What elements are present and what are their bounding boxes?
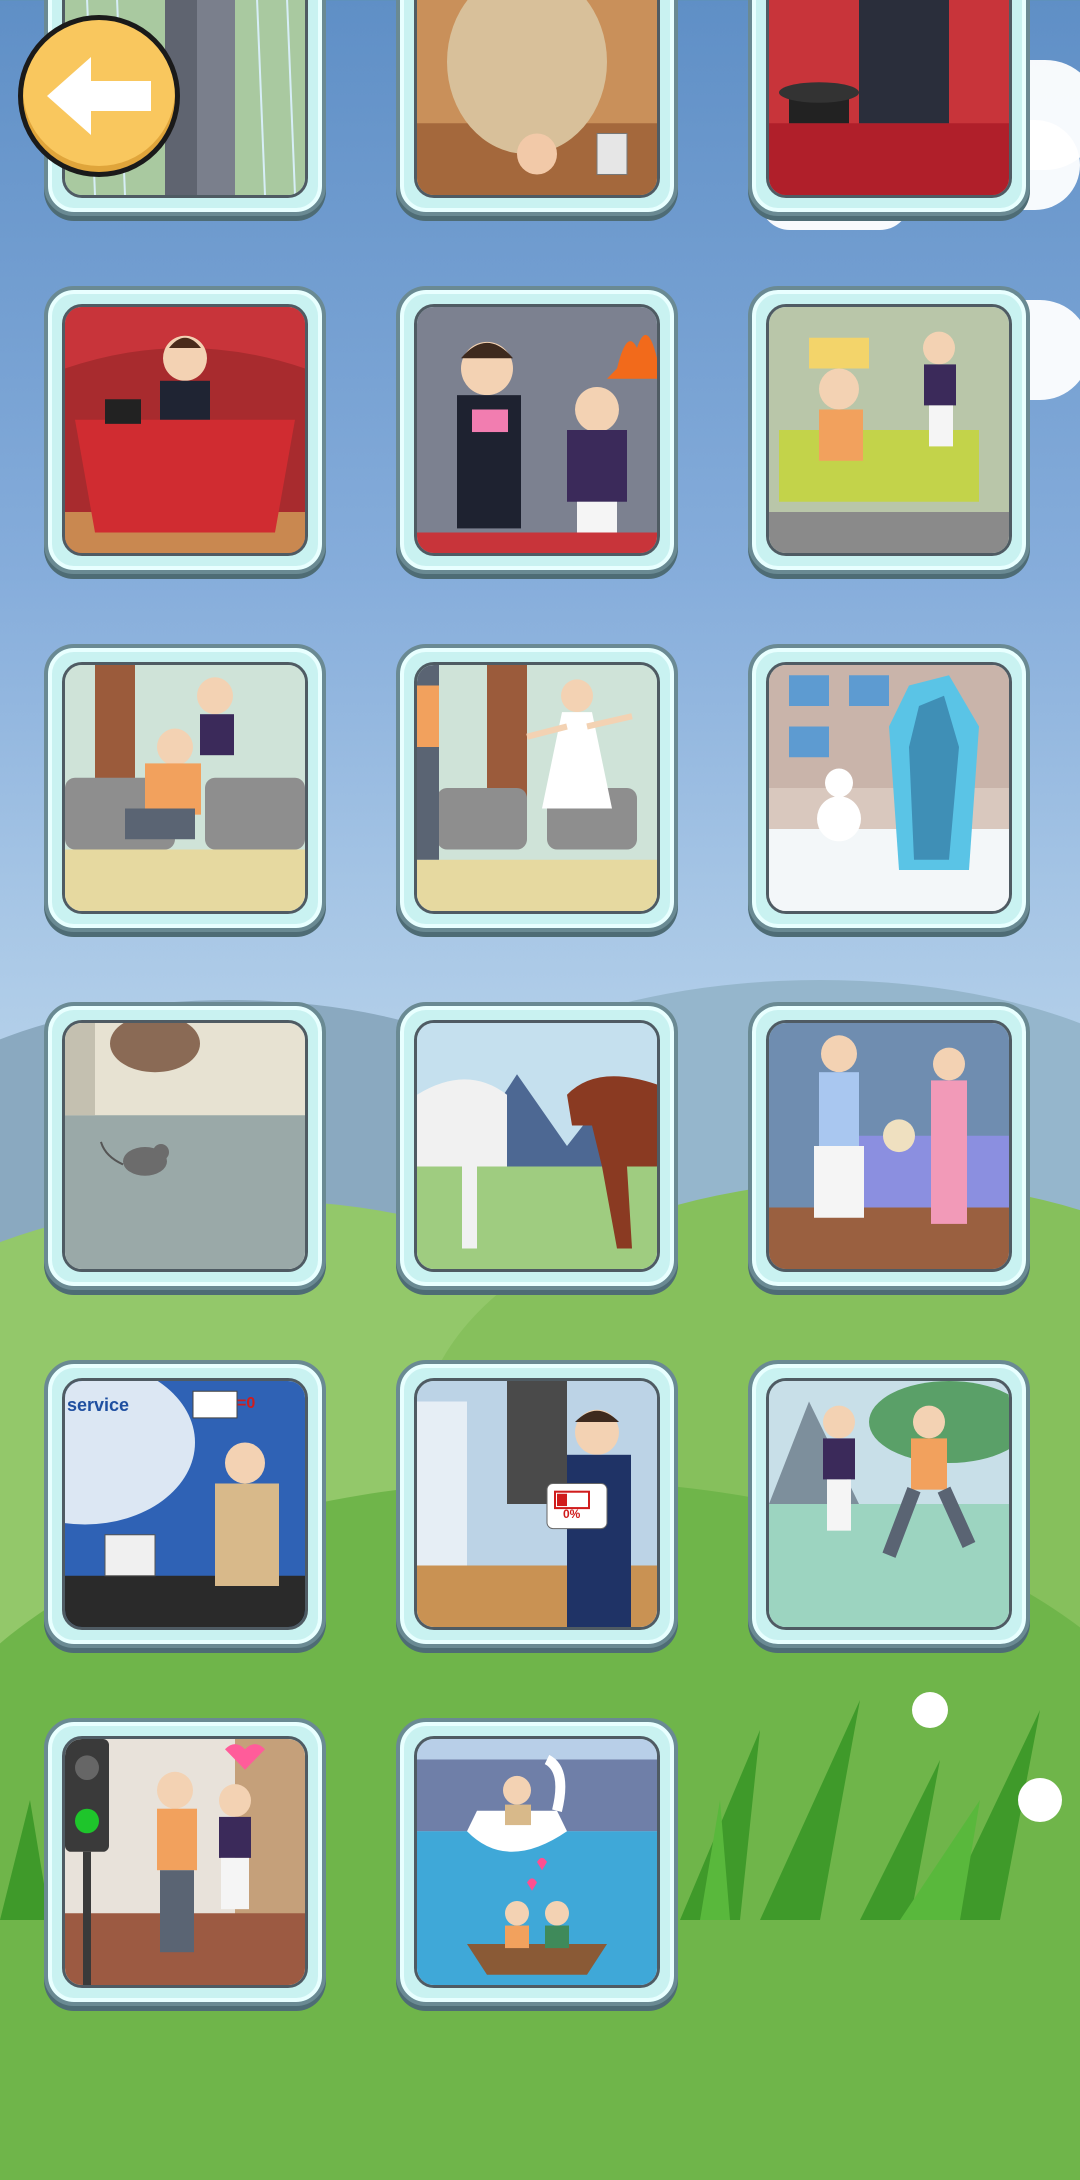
level-thumbnail [414, 1736, 660, 1988]
level-thumbnail [62, 662, 308, 914]
level-card-9[interactable] [748, 644, 1030, 932]
money-badge-text: =0 [237, 1395, 256, 1412]
level-card-7[interactable] [44, 644, 326, 932]
battery-badge-text: 0% [563, 1507, 581, 1521]
level-card-6[interactable] [748, 286, 1030, 574]
level-card-16[interactable] [44, 1718, 326, 2006]
level-thumbnail [62, 1736, 308, 1988]
service-sign-text: service [67, 1395, 130, 1415]
level-card-12[interactable] [748, 1002, 1030, 1290]
level-card-10[interactable] [44, 1002, 326, 1290]
level-thumbnail: service =0 [62, 1378, 308, 1630]
level-thumbnail [766, 304, 1012, 556]
level-card-17[interactable] [396, 1718, 678, 2006]
level-thumbnail [62, 304, 308, 556]
level-thumbnail [414, 662, 660, 914]
level-thumbnail [766, 1378, 1012, 1630]
back-button[interactable] [18, 15, 180, 177]
level-thumbnail [414, 304, 660, 556]
level-card-11[interactable] [396, 1002, 678, 1290]
level-card-3[interactable] [748, 0, 1030, 216]
arrow-left-icon [47, 57, 151, 135]
level-card-13[interactable]: service =0 [44, 1360, 326, 1648]
level-thumbnail [766, 1020, 1012, 1272]
level-grid: service =0 0% [44, 0, 1030, 2006]
level-thumbnail [766, 662, 1012, 914]
level-card-5[interactable] [396, 286, 678, 574]
level-card-15[interactable] [748, 1360, 1030, 1648]
level-card-14[interactable]: 0% [396, 1360, 678, 1648]
level-thumbnail: 0% [414, 1378, 660, 1630]
level-thumbnail [414, 0, 660, 198]
level-card-4[interactable] [44, 286, 326, 574]
level-thumbnail [414, 1020, 660, 1272]
level-card-8[interactable] [396, 644, 678, 932]
level-thumbnail [766, 0, 1012, 198]
level-thumbnail [62, 1020, 308, 1272]
level-card-2[interactable] [396, 0, 678, 216]
